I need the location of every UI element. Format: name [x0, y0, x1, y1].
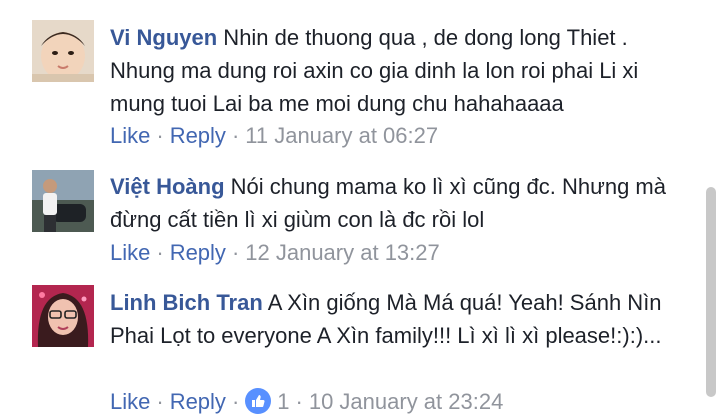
comment-timestamp[interactable]: 10 January at 23:24	[309, 389, 503, 414]
reply-button[interactable]: Reply	[170, 123, 226, 148]
scrollbar-thumb[interactable]	[706, 187, 716, 397]
separator: ·	[156, 123, 164, 148]
avatar[interactable]	[32, 170, 94, 232]
thumbs-up-icon[interactable]	[245, 388, 272, 414]
comment-body: Việt Hoàng Nói chung mama ko lì xì cũng …	[110, 170, 690, 236]
comment-author[interactable]: Linh Bich Tran	[110, 290, 263, 315]
like-button[interactable]: Like	[110, 389, 150, 414]
comment-timestamp[interactable]: 12 January at 13:27	[245, 240, 439, 265]
reaction-count[interactable]: 1	[277, 389, 289, 414]
comment-actions: Like · Reply · 1 · 10 January at 23:24	[110, 387, 503, 417]
reply-button[interactable]: Reply	[170, 240, 226, 265]
like-button[interactable]: Like	[110, 123, 150, 148]
separator: ·	[231, 123, 240, 148]
like-button[interactable]: Like	[110, 240, 150, 265]
separator: ·	[295, 389, 303, 414]
avatar[interactable]	[32, 285, 94, 347]
comment-body: Vi Nguyen Nhin de thuong qua , de dong l…	[110, 21, 690, 120]
reply-button[interactable]: Reply	[170, 389, 226, 414]
comment-timestamp[interactable]: 11 January at 06:27	[245, 123, 438, 148]
comment-actions: Like · Reply · 12 January at 13:27	[110, 238, 440, 268]
comment-actions: Like · Reply · 11 January at 06:27	[110, 121, 438, 151]
separator: ·	[156, 240, 164, 265]
separator: ·	[231, 389, 240, 414]
comment-author[interactable]: Vi Nguyen	[110, 25, 217, 50]
separator: ·	[156, 389, 164, 414]
comment-author[interactable]: Việt Hoàng	[110, 174, 225, 199]
avatar[interactable]	[32, 20, 94, 82]
comment-body: Linh Bich Tran A Xìn giống Mà Má quá! Ye…	[110, 286, 690, 352]
separator: ·	[231, 240, 240, 265]
